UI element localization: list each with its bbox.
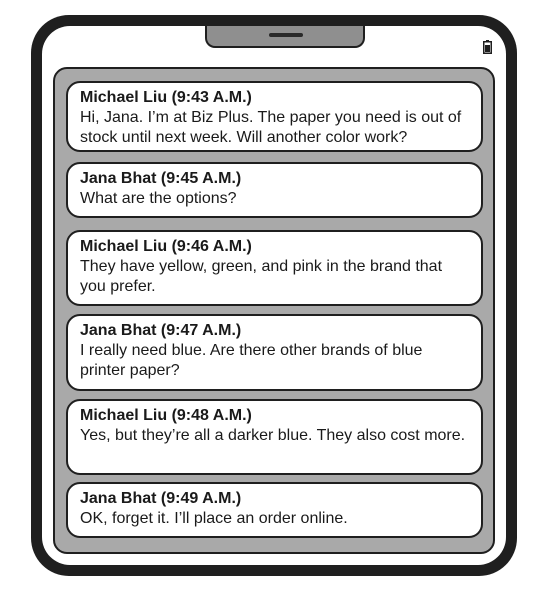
message-sender: Michael Liu (9:43 A.M.) <box>80 89 252 106</box>
message-text: Hi, Jana. I’m at Biz Plus. The paper you… <box>80 109 462 146</box>
message-text: Yes, but they’re all a darker blue. They… <box>80 427 466 444</box>
phone-frame: Michael Liu (9:43 A.M.) Hi, Jana. I’m at… <box>31 15 517 576</box>
message-screen[interactable]: Michael Liu (9:43 A.M.) Hi, Jana. I’m at… <box>53 67 495 554</box>
phone-body: Michael Liu (9:43 A.M.) Hi, Jana. I’m at… <box>42 26 506 565</box>
message-bubble: Michael Liu (9:48 A.M.) Yes, but they’re… <box>66 399 483 475</box>
message-sender: Jana Bhat (9:49 A.M.) <box>80 490 242 507</box>
message-text: OK, forget it. I’ll place an order onlin… <box>80 510 348 527</box>
message-bubble: Jana Bhat (9:45 A.M.) What are the optio… <box>66 162 483 218</box>
phone-notch <box>205 26 365 48</box>
message-text: What are the options? <box>80 190 237 207</box>
message-bubble: Michael Liu (9:43 A.M.) Hi, Jana. I’m at… <box>66 81 483 152</box>
message-sender: Jana Bhat (9:47 A.M.) <box>80 322 242 339</box>
message-sender: Michael Liu (9:46 A.M.) <box>80 238 252 255</box>
message-bubble: Michael Liu (9:46 A.M.) They have yellow… <box>66 230 483 306</box>
message-bubble: Jana Bhat (9:49 A.M.) OK, forget it. I’l… <box>66 482 483 538</box>
message-text: I really need blue. Are there other bran… <box>80 342 423 379</box>
message-sender: Jana Bhat (9:45 A.M.) <box>80 170 242 187</box>
message-text: They have yellow, green, and pink in the… <box>80 258 443 295</box>
speaker-slot <box>269 33 303 37</box>
battery-icon <box>483 40 492 54</box>
message-bubble: Jana Bhat (9:47 A.M.) I really need blue… <box>66 314 483 391</box>
message-sender: Michael Liu (9:48 A.M.) <box>80 407 252 424</box>
